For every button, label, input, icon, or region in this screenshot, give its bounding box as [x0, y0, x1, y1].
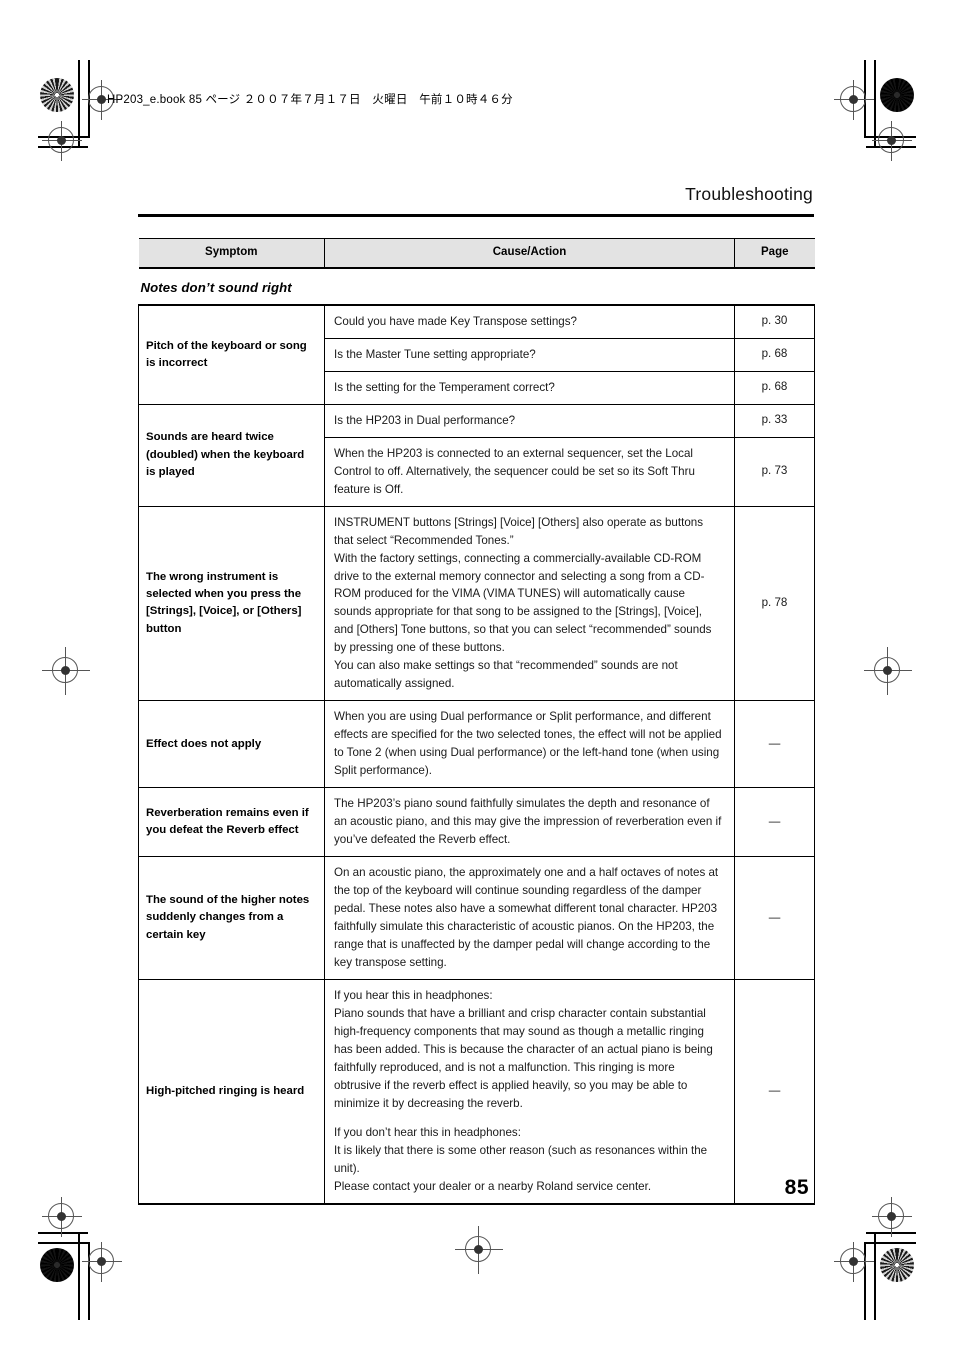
- cause-action-paragraph: When you are using Dual performance or S…: [334, 710, 722, 778]
- cell-cause-action: Is the setting for the Temperament corre…: [324, 371, 735, 405]
- cell-symptom: High-pitched ringing is heard: [138, 978, 325, 1205]
- table-row: Reverberation remains even if you defeat…: [138, 787, 815, 858]
- cell-symptom: Pitch of the keyboard or song is incorre…: [138, 303, 325, 405]
- table-row: The wrong instrument is selected when yo…: [138, 505, 815, 702]
- cause-action-paragraph: Piano sounds that have a brilliant and c…: [334, 1006, 713, 1110]
- cell-page-reference: —: [734, 978, 815, 1205]
- cause-action-paragraph: Is the Master Tune setting appropriate?: [334, 347, 536, 361]
- cell-page-reference: p. 30: [734, 303, 815, 339]
- table-header: Symptom Cause/Action Page: [138, 237, 815, 269]
- table-row: High-pitched ringing is heard If you hear…: [138, 978, 815, 1205]
- header-rule-divider: [138, 214, 814, 217]
- column-header-cause-action: Cause/Action: [324, 237, 735, 269]
- cell-cause-action: Is the HP203 in Dual performance?: [324, 403, 735, 438]
- cell-symptom: Sounds are heard twice (doubled) when th…: [138, 403, 325, 507]
- cell-cause-action: When you are using Dual performance or S…: [324, 700, 735, 789]
- cause-action-paragraph: Could you have made Key Transpose settin…: [334, 314, 577, 328]
- cause-action-paragraph: It is likely that there is some other re…: [334, 1143, 708, 1175]
- cause-action-paragraph: If you hear this in headphones:: [334, 988, 493, 1002]
- troubleshooting-table-wrapper: Symptom Cause/Action Page Notes don’t so…: [138, 237, 815, 1205]
- cause-action-paragraph: When the HP203 is connected to an extern…: [334, 446, 695, 496]
- cell-symptom: The sound of the higher notes suddenly c…: [138, 856, 325, 980]
- table-body: Notes don’t sound right Pitch of the keyb…: [138, 268, 815, 1205]
- cell-page-reference: —: [734, 787, 815, 858]
- cause-action-paragraph: The HP203’s piano sound faithfully simul…: [334, 797, 722, 847]
- cell-cause-action: On an acoustic piano, the approximately …: [324, 856, 735, 980]
- cell-cause-action: Could you have made Key Transpose settin…: [324, 303, 735, 339]
- table-section-heading: Notes don’t sound right: [140, 279, 292, 295]
- cell-cause-action: If you hear this in headphones: Piano sou…: [324, 978, 735, 1205]
- cell-page-reference: —: [734, 856, 815, 980]
- troubleshooting-table: Symptom Cause/Action Page Notes don’t so…: [138, 237, 815, 1205]
- cell-cause-action: INSTRUMENT buttons [Strings] [Voice] [Ot…: [324, 505, 735, 702]
- cell-cause-action: When the HP203 is connected to an extern…: [324, 437, 735, 507]
- cell-page-reference: p. 78: [734, 505, 815, 702]
- table-row: The sound of the higher notes suddenly c…: [138, 856, 815, 980]
- cause-action-paragraph: INSTRUMENT buttons [Strings] [Voice] [Ot…: [334, 515, 704, 547]
- table-header-row: Symptom Cause/Action Page: [138, 237, 815, 269]
- cause-action-paragraph: If you don’t hear this in headphones:: [334, 1125, 521, 1139]
- cell-cause-action: The HP203’s piano sound faithfully simul…: [324, 787, 735, 858]
- table-section-heading-row: Notes don’t sound right: [139, 268, 815, 305]
- cause-action-paragraph: Please contact your dealer or a nearby R…: [334, 1179, 652, 1193]
- cell-page-reference: p. 68: [734, 371, 815, 405]
- cell-page-reference: p. 73: [734, 437, 815, 507]
- cause-action-paragraph: On an acoustic piano, the approximately …: [334, 866, 719, 969]
- page-content: Troubleshooting Symptom Cause/Action Pag…: [0, 0, 954, 1351]
- table-row: Effect does not apply When you are using …: [138, 700, 815, 789]
- cause-action-paragraph: With the factory settings, connecting a …: [334, 551, 712, 655]
- running-head-title: Troubleshooting: [685, 184, 813, 204]
- cell-symptom: The wrong instrument is selected when yo…: [138, 505, 325, 701]
- page-number-folio: 85: [784, 1176, 809, 1199]
- cell-symptom: Reverberation remains even if you defeat…: [138, 787, 325, 857]
- cell-cause-action: Is the Master Tune setting appropriate?: [324, 338, 735, 372]
- cell-page-reference: p. 68: [734, 338, 815, 372]
- cell-page-reference: —: [734, 700, 815, 789]
- cause-action-paragraph: Is the setting for the Temperament corre…: [334, 380, 555, 394]
- cause-action-paragraph: Is the HP203 in Dual performance?: [334, 413, 516, 427]
- table-row: Sounds are heard twice (doubled) when th…: [138, 403, 815, 507]
- cause-action-paragraph: You can also make settings so that “reco…: [334, 659, 678, 691]
- cell-page-reference: p. 33: [734, 403, 815, 438]
- cell-symptom: Effect does not apply: [138, 700, 325, 788]
- column-header-page: Page: [734, 237, 815, 269]
- column-header-symptom: Symptom: [138, 237, 325, 269]
- table-row: Pitch of the keyboard or song is incorre…: [138, 303, 815, 405]
